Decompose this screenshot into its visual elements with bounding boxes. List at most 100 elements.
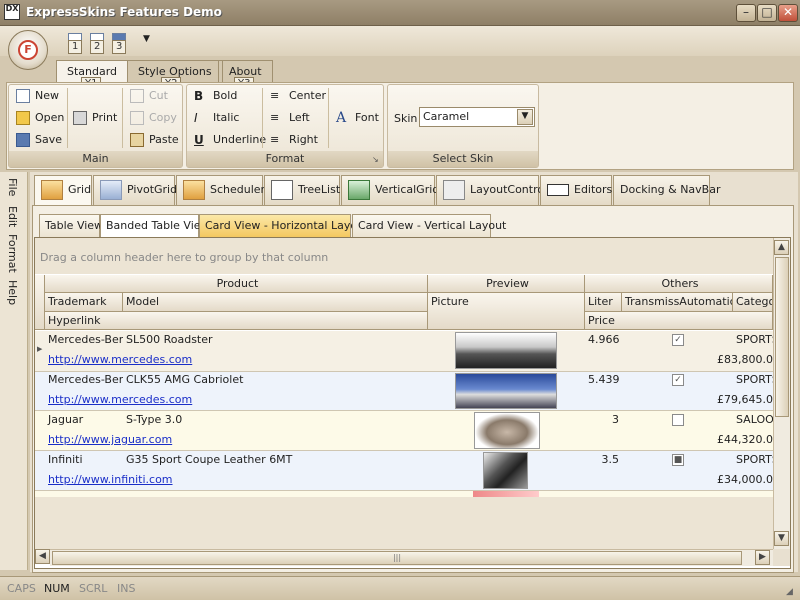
italic-button[interactable]: I Italic (194, 108, 239, 128)
checkbox-transmission[interactable] (672, 414, 684, 426)
tab-layoutcontrol[interactable]: LayoutControl (436, 175, 547, 205)
horizontal-scroll-thumb[interactable]: ||| (52, 551, 742, 565)
skin-label: Skin (394, 112, 418, 125)
cell-category[interactable]: SPORTS (733, 451, 773, 469)
tab-editors[interactable]: Editors (540, 175, 612, 205)
dialog-launcher-icon[interactable]: ↘ (372, 155, 379, 164)
tab-card-view-horizontal[interactable]: Card View - Horizontal Layout (199, 214, 368, 237)
menu-file[interactable]: File (6, 178, 19, 196)
tab-banded-table-view[interactable]: Banded Table View (100, 214, 210, 238)
align-center-button[interactable]: ≡ Center (270, 86, 326, 106)
band-product[interactable]: Product (45, 275, 428, 293)
column-liter[interactable]: Liter (585, 293, 622, 312)
cell-liter[interactable]: 3.5 (585, 451, 622, 469)
menu-format[interactable]: Format (6, 234, 19, 273)
checkbox-transmission[interactable]: ✓ (672, 334, 684, 346)
cell-model[interactable]: S-Type 3.0 (123, 411, 428, 429)
cell-hyperlink[interactable]: http://www.infiniti.com (45, 471, 428, 489)
cell-category[interactable]: SPORTS (733, 371, 773, 389)
group-by-panel[interactable]: Drag a column header here to group by th… (35, 238, 773, 274)
save-button[interactable]: Save (16, 130, 62, 150)
band-others[interactable]: Others (585, 275, 773, 293)
scroll-up-icon[interactable]: ▲ (774, 240, 789, 255)
cell-trademark[interactable]: Infiniti (45, 451, 123, 469)
tab-docking-navbar[interactable]: Docking & NavBar (613, 175, 721, 205)
menu-edit[interactable]: Edit (6, 206, 19, 227)
column-trademark[interactable]: Trademark (45, 293, 123, 312)
align-left-button[interactable]: ≡ Left (270, 108, 310, 128)
column-transmission[interactable]: TransmissAutomatic (622, 293, 733, 312)
skin-select[interactable]: Caramel ▼ (419, 107, 535, 127)
cell-liter[interactable]: 3 (585, 411, 622, 429)
cell-hyperlink[interactable]: http://www.jaguar.com (45, 431, 428, 449)
application-button[interactable]: F (8, 30, 48, 70)
scroll-left-icon[interactable]: ◀ (35, 549, 50, 564)
group-separator (122, 88, 123, 148)
cell-trademark[interactable]: Mercedes-Benz (45, 371, 123, 389)
align-right-button[interactable]: ≡ Right (270, 130, 318, 150)
column-category[interactable]: Catego (733, 293, 773, 312)
layout-control-icon (443, 180, 465, 200)
cell-liter[interactable]: 4.966 (585, 331, 622, 349)
cut-button[interactable]: Cut (130, 86, 168, 106)
vertical-menu-bar: File Edit Format Help (0, 172, 28, 570)
status-scrl: SCRL (79, 582, 108, 595)
print-button[interactable]: Print (73, 108, 117, 128)
font-button[interactable]: A Font (336, 108, 379, 128)
printer-icon (73, 111, 87, 125)
cell-hyperlink[interactable]: http://www.mercedes.com (45, 351, 428, 369)
column-model[interactable]: Model (123, 293, 428, 312)
vertical-grid-icon (348, 180, 370, 200)
scroll-right-icon[interactable]: ▶ (755, 550, 770, 565)
copy-button[interactable]: Copy (130, 108, 177, 128)
chevron-down-icon[interactable]: ▼ (517, 109, 533, 125)
minimize-button[interactable]: – (736, 4, 756, 22)
menu-help[interactable]: Help (6, 280, 19, 305)
bold-button[interactable]: B Bold (194, 86, 237, 106)
band-preview[interactable]: Preview (428, 275, 585, 293)
cell-price[interactable]: £44,320.0 (585, 431, 773, 449)
cell-price[interactable]: £79,645.0 (585, 391, 773, 409)
cell-category[interactable]: SPORTS (733, 331, 773, 349)
cell-price[interactable]: £34,000.0 (585, 471, 773, 489)
car-picture (474, 412, 540, 449)
vertical-scroll-thumb[interactable] (775, 257, 789, 417)
column-hyperlink[interactable]: Hyperlink (45, 312, 428, 330)
open-button[interactable]: Open (16, 108, 64, 128)
underline-icon: U (194, 133, 204, 147)
maximize-button[interactable]: □ (757, 4, 777, 22)
cell-hyperlink[interactable]: http://www.mercedes.com (45, 391, 428, 409)
tab-scheduler[interactable]: Scheduler (176, 175, 265, 205)
tree-list-icon (271, 180, 293, 200)
checkbox-transmission[interactable]: ✓ (672, 374, 684, 386)
cell-liter[interactable]: 5.439 (585, 371, 622, 389)
tab-table-view[interactable]: Table View (39, 214, 103, 237)
cell-model[interactable]: SL500 Roadster (123, 331, 428, 349)
close-button[interactable]: ✕ (778, 4, 798, 22)
status-caps: CAPS (7, 582, 36, 595)
scroll-down-icon[interactable]: ▼ (774, 531, 789, 546)
underline-button[interactable]: U Underline (194, 130, 266, 150)
cell-trademark[interactable]: Jaguar (45, 411, 123, 429)
cell-model[interactable]: CLK55 AMG Cabriolet (123, 371, 428, 389)
column-picture[interactable]: Picture (428, 293, 585, 330)
cell-model[interactable]: G35 Sport Coupe Leather 6MT (123, 451, 428, 469)
paste-button[interactable]: Paste (130, 130, 179, 150)
car-picture (455, 332, 557, 369)
new-button[interactable]: New (16, 86, 59, 106)
group-separator (328, 88, 329, 148)
cell-category[interactable]: SALOO (733, 411, 773, 429)
tab-treelist[interactable]: TreeList (264, 175, 340, 205)
qat-customize-icon[interactable]: ▼ (143, 34, 150, 44)
vertical-scrollbar[interactable]: ▲ ▼ (773, 238, 790, 549)
cell-trademark[interactable]: Mercedes-Benz (45, 331, 123, 349)
cell-price[interactable]: £83,800.0 (585, 351, 773, 369)
horizontal-scrollbar[interactable]: ||| ▶ (50, 549, 773, 566)
tab-pivotgrid[interactable]: PivotGrid (93, 175, 177, 205)
tab-grid[interactable]: Grid (34, 175, 92, 206)
checkbox-transmission[interactable]: ■ (672, 454, 684, 466)
column-price[interactable]: Price (585, 312, 773, 330)
tab-verticalgrid[interactable]: VerticalGrid (341, 175, 439, 205)
resize-grip-icon[interactable]: ◢ (786, 587, 793, 597)
tab-card-view-vertical[interactable]: Card View - Vertical Layout (352, 214, 506, 237)
